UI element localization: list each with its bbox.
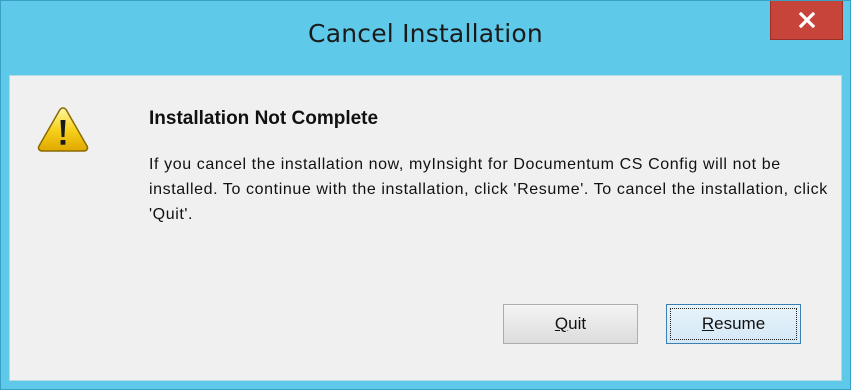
resume-button-mnemonic: R: [701, 314, 715, 333]
dialog-content: Installation Not Complete If you cancel …: [9, 75, 842, 381]
close-button[interactable]: [770, 1, 843, 40]
dialog-message: If you cancel the installation now, myIn…: [149, 156, 828, 223]
window-title: Cancel Installation: [308, 19, 543, 48]
dialog-heading: Installation Not Complete: [149, 108, 379, 129]
close-icon: [798, 12, 815, 28]
warning-icon: [37, 107, 89, 152]
quit-button-mnemonic: Q: [554, 314, 569, 333]
quit-button-label: uit: [568, 314, 587, 333]
quit-button[interactable]: Quit: [503, 304, 638, 344]
resume-button[interactable]: Resume: [666, 304, 801, 344]
dialog-window: Cancel Installation Installation Not Com…: [0, 0, 851, 390]
resume-button-label: esume: [714, 314, 766, 333]
title-bar[interactable]: Cancel Installation: [1, 1, 850, 75]
